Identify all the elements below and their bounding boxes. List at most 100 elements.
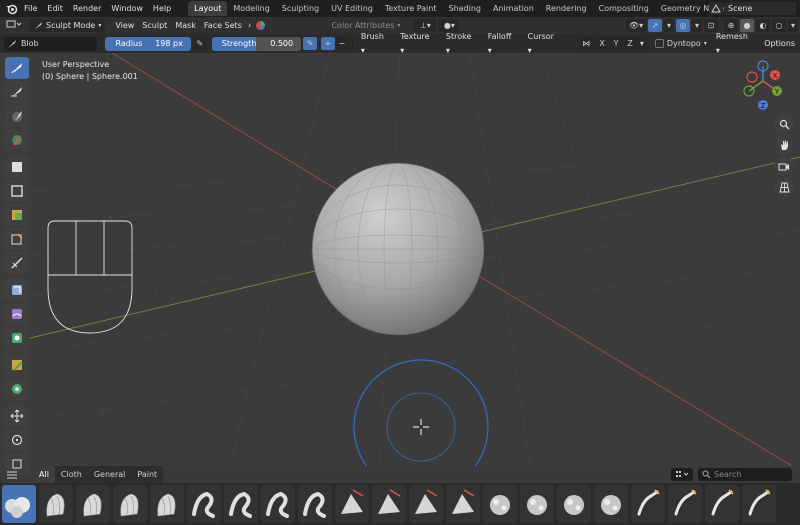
menu-mask[interactable]: Mask bbox=[171, 19, 200, 32]
hamburger-menu-icon[interactable] bbox=[4, 468, 20, 482]
brush-crease-icon[interactable] bbox=[150, 485, 184, 523]
menu-render[interactable]: Render bbox=[68, 0, 106, 17]
texture-dropdown-label: Texture bbox=[400, 31, 430, 41]
edit-face-set-icon[interactable] bbox=[5, 354, 29, 376]
dyntopo-checkbox[interactable] bbox=[654, 39, 664, 48]
symmetry-mirror-icon[interactable]: ⋈ bbox=[579, 37, 594, 50]
brush-selector[interactable]: Blob bbox=[4, 36, 98, 51]
shelf-search-input[interactable]: Search bbox=[698, 468, 792, 481]
brush-mask-icon[interactable] bbox=[5, 105, 29, 127]
brush-clay-icon[interactable] bbox=[39, 485, 73, 523]
tab-uv-editing[interactable]: UV Editing bbox=[325, 1, 379, 16]
menu-face-sets[interactable]: Face Sets bbox=[200, 19, 246, 32]
3d-viewport[interactable]: X Y Z User Perspective (0) Sphere | Sphe… bbox=[0, 53, 800, 466]
options-dropdown[interactable]: Options bbox=[759, 37, 800, 51]
menu-view[interactable]: View bbox=[111, 19, 138, 32]
shelf-tab-all[interactable]: All bbox=[33, 466, 55, 483]
menu-edit[interactable]: Edit bbox=[42, 0, 68, 17]
gizmo-toggle-icon[interactable]: ↗ bbox=[648, 19, 662, 32]
tab-rendering[interactable]: Rendering bbox=[540, 1, 593, 16]
brush-clay-strips-icon[interactable] bbox=[76, 485, 110, 523]
tab-compositing[interactable]: Compositing bbox=[593, 1, 655, 16]
separator bbox=[351, 37, 353, 50]
brush-smooth-icon[interactable] bbox=[705, 485, 739, 523]
visibility-icon[interactable]: 👁▾ bbox=[626, 19, 646, 32]
tab-modeling[interactable]: Modeling bbox=[227, 1, 275, 16]
box-face-set-icon[interactable] bbox=[5, 204, 29, 226]
cloth-filter-icon[interactable] bbox=[5, 303, 29, 325]
brush-snake-hook-icon[interactable] bbox=[742, 485, 776, 523]
brush-multires-displace-icon[interactable] bbox=[483, 485, 517, 523]
brush-plane-icon[interactable] bbox=[594, 485, 628, 523]
shelf-tab-general[interactable]: General bbox=[88, 466, 132, 483]
brush-elastic-grab-icon[interactable] bbox=[261, 485, 295, 523]
gizmo-dropdown-icon[interactable]: ▾ bbox=[664, 19, 674, 32]
tab-layout[interactable]: Layout bbox=[188, 1, 228, 16]
menu-file[interactable]: File bbox=[19, 0, 42, 17]
tab-animation[interactable]: Animation bbox=[487, 1, 540, 16]
radius-pressure-icon[interactable]: ✎ bbox=[192, 37, 207, 50]
brush-layer-icon[interactable] bbox=[446, 485, 480, 523]
brush-draw-sharp-icon[interactable] bbox=[224, 485, 258, 523]
mode-selector[interactable]: Sculpt Mode ▾ bbox=[30, 19, 106, 32]
brush-paint-icon[interactable] bbox=[5, 129, 29, 151]
overlay-dropdown-icon[interactable]: ▾ bbox=[692, 19, 702, 32]
axis-x-toggle[interactable]: X bbox=[595, 37, 610, 50]
strength-slider[interactable]: Strength 0.500 bbox=[211, 36, 302, 51]
strength-pressure-icon[interactable]: ✎ bbox=[303, 37, 318, 50]
zoom-icon[interactable] bbox=[774, 114, 794, 134]
overlay-toggle-icon[interactable]: ◎ bbox=[676, 19, 690, 32]
box-mask-icon[interactable] bbox=[5, 156, 29, 178]
brush-draw-icon[interactable] bbox=[5, 57, 29, 79]
box-hide-icon[interactable] bbox=[5, 180, 29, 202]
menu-sculpt[interactable]: Sculpt bbox=[138, 19, 171, 32]
brush-nudge-icon[interactable] bbox=[520, 485, 554, 523]
direction-add-icon[interactable]: + bbox=[321, 37, 335, 50]
mesh-filter-icon[interactable] bbox=[5, 279, 29, 301]
brush-scrape-icon[interactable] bbox=[668, 485, 702, 523]
chevron-right-icon[interactable]: › bbox=[246, 21, 254, 31]
shelf-tab-paint[interactable]: Paint bbox=[131, 466, 163, 483]
brush-flatten-icon[interactable] bbox=[335, 485, 369, 523]
axis-dropdown-icon[interactable]: ▾ bbox=[636, 37, 647, 50]
color-attribute-icon[interactable] bbox=[255, 20, 266, 31]
menu-window[interactable]: Window bbox=[106, 0, 148, 17]
shading-dropdown-icon[interactable]: ▾ bbox=[788, 19, 798, 32]
camera-view-icon[interactable] bbox=[774, 156, 794, 176]
brush-grab-icon[interactable] bbox=[372, 485, 406, 523]
navigation-gizmo[interactable]: X Y Z bbox=[743, 60, 782, 110]
box-trim-icon[interactable] bbox=[5, 228, 29, 250]
line-project-icon[interactable] bbox=[5, 252, 29, 274]
rendered-shading-icon[interactable]: ○ bbox=[772, 19, 786, 32]
axis-y-toggle[interactable]: Y bbox=[609, 37, 624, 50]
brush-fill-icon[interactable] bbox=[298, 485, 332, 523]
shelf-tab-cloth[interactable]: Cloth bbox=[55, 466, 88, 483]
blender-logo-icon[interactable] bbox=[3, 0, 19, 17]
mask-by-color-icon[interactable] bbox=[5, 378, 29, 400]
move-icon[interactable] bbox=[5, 405, 29, 427]
brush-rotate-icon[interactable] bbox=[631, 485, 665, 523]
brush-pinch-icon[interactable] bbox=[557, 485, 591, 523]
brush-blob-icon[interactable] bbox=[2, 485, 36, 523]
grid-view-icon[interactable] bbox=[671, 468, 693, 481]
axis-z-toggle[interactable]: Z bbox=[623, 37, 637, 50]
scene-name-field[interactable]: Scene bbox=[724, 2, 796, 15]
perspective-toggle-icon[interactable] bbox=[774, 177, 794, 197]
tab-sculpting[interactable]: Sculpting bbox=[276, 1, 325, 16]
brush-clay-thumb-icon[interactable] bbox=[113, 485, 147, 523]
menu-help[interactable]: Help bbox=[148, 0, 176, 17]
brush-inflate-icon[interactable] bbox=[409, 485, 443, 523]
tab-texture-paint[interactable]: Texture Paint bbox=[379, 1, 443, 16]
color-filter-icon[interactable] bbox=[5, 327, 29, 349]
rotate-icon[interactable] bbox=[5, 429, 29, 451]
dyntopo-toggle[interactable]: Dyntopo ▾ bbox=[654, 39, 707, 48]
tab-shading[interactable]: Shading bbox=[442, 1, 487, 16]
editor-type-button[interactable] bbox=[2, 19, 26, 32]
radius-slider[interactable]: Radius 198 px bbox=[105, 36, 191, 51]
pan-hand-icon[interactable] bbox=[774, 135, 794, 155]
scene-selector[interactable]: Scene bbox=[709, 2, 796, 15]
brush-draw-icon[interactable] bbox=[187, 485, 221, 523]
brush-smooth-icon[interactable] bbox=[5, 81, 29, 103]
direction-subtract-icon[interactable]: − bbox=[334, 37, 349, 50]
scene-icon[interactable] bbox=[709, 2, 723, 15]
